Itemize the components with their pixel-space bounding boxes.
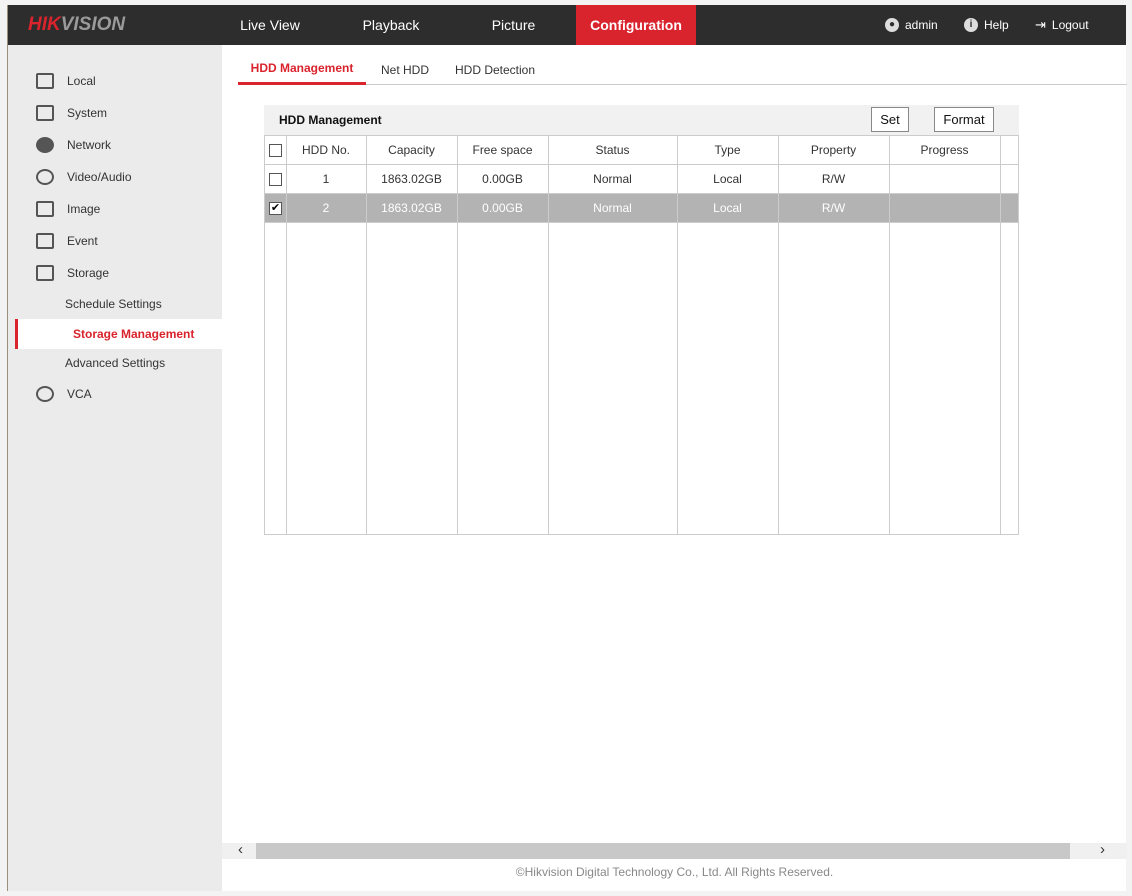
sidebar-item-label: Event	[67, 234, 98, 248]
property: R/W	[821, 201, 846, 215]
calendar-icon	[36, 233, 54, 249]
panel-header: HDD Management Set Format	[264, 105, 1019, 135]
microphone-icon	[36, 169, 54, 185]
sidebar-item-event[interactable]: Event	[8, 226, 222, 256]
column-header: Type	[714, 143, 741, 157]
sidebar-item-label: Network	[67, 138, 112, 152]
column-header: Progress	[920, 143, 969, 157]
column-divider	[457, 136, 458, 534]
scrollbar-thumb[interactable]	[256, 843, 1070, 859]
tab-bar: HDD Management Net HDD HDD Detection	[238, 55, 1127, 85]
sidebar-item-label: System	[67, 106, 108, 120]
logout-link[interactable]: ⇥ Logout	[1035, 5, 1089, 45]
status: Normal	[593, 172, 632, 186]
nav-picture[interactable]: Picture	[456, 5, 571, 45]
column-header: Free space	[472, 143, 533, 157]
help-label: Help	[984, 18, 1009, 32]
sidebar-item-label: Image	[67, 202, 101, 216]
sidebar-item-storage[interactable]: Storage	[8, 258, 222, 288]
panel-title: HDD Management	[279, 113, 382, 127]
sidebar-item-video-audio[interactable]: Video/Audio	[8, 162, 222, 192]
scroll-left-icon[interactable]: ‹	[238, 841, 243, 858]
nav-configuration[interactable]: Configuration	[576, 5, 696, 45]
capacity: 1863.02GB	[381, 172, 442, 186]
image-icon	[36, 201, 54, 217]
sidebar-item-vca[interactable]: VCA	[8, 379, 222, 409]
sidebar-item-image[interactable]: Image	[8, 194, 222, 224]
sidebar-item-local[interactable]: Local	[8, 66, 222, 96]
row-checkbox[interactable]	[269, 173, 282, 186]
capacity: 1863.02GB	[381, 201, 442, 215]
table-row[interactable]: 1 1863.02GB 0.00GB Normal Local R/W	[265, 165, 1018, 194]
footer-copyright: ©Hikvision Digital Technology Co., Ltd. …	[515, 865, 834, 879]
username: admin	[905, 18, 938, 32]
window-icon	[36, 105, 54, 121]
tab-hdd-detection[interactable]: HDD Detection	[455, 55, 535, 85]
free-space: 0.00GB	[482, 172, 523, 186]
app-window: HIKVISION Live View Playback Picture Con…	[7, 5, 1127, 891]
column-divider	[889, 136, 890, 534]
sidebar-item-storage-management[interactable]: Storage Management	[15, 319, 222, 349]
column-divider	[548, 136, 549, 534]
nav-live-view[interactable]: Live View	[222, 5, 318, 45]
column-divider	[1000, 136, 1001, 534]
hikvision-logo: HIKVISION	[28, 14, 126, 35]
horizontal-scrollbar[interactable]: ‹ ›	[222, 841, 1127, 859]
table-header-row: HDD No. Capacity Free space Status Type …	[265, 136, 1018, 165]
sidebar-item-label: VCA	[67, 387, 92, 401]
hdd-table: HDD No. Capacity Free space Status Type …	[264, 135, 1019, 535]
vca-icon	[36, 386, 54, 402]
hdd-no: 2	[322, 201, 330, 215]
info-icon: i	[964, 18, 978, 32]
type: Local	[713, 201, 742, 215]
user-menu[interactable]: ● admin	[885, 5, 938, 45]
column-divider	[286, 136, 287, 534]
sidebar: Local System Network Video/Audio Image E…	[8, 45, 222, 891]
user-icon: ●	[885, 18, 899, 32]
column-header: Status	[595, 143, 630, 157]
select-all-checkbox[interactable]	[269, 144, 282, 157]
column-divider	[677, 136, 678, 534]
sidebar-item-schedule-settings[interactable]: Schedule Settings	[8, 289, 222, 319]
format-button[interactable]: Format	[934, 107, 994, 132]
globe-icon	[36, 137, 54, 153]
top-bar: HIKVISION Live View Playback Picture Con…	[8, 5, 1126, 45]
sidebar-item-advanced-settings[interactable]: Advanced Settings	[8, 348, 222, 378]
type: Local	[713, 172, 742, 186]
column-divider	[778, 136, 779, 534]
row-checkbox-checked[interactable]: ✔	[269, 202, 282, 215]
free-space: 0.00GB	[482, 201, 523, 215]
scroll-right-icon[interactable]: ›	[1100, 841, 1105, 858]
help-link[interactable]: i Help	[964, 5, 1009, 45]
column-divider	[366, 136, 367, 534]
floppy-icon	[36, 265, 54, 281]
hdd-no: 1	[322, 172, 330, 186]
tab-net-hdd[interactable]: Net HDD	[381, 55, 429, 85]
sidebar-item-system[interactable]: System	[8, 98, 222, 128]
table-row-selected[interactable]: ✔ 2 1863.02GB 0.00GB Normal Local R/W	[265, 194, 1018, 223]
column-header: Capacity	[388, 143, 435, 157]
tab-hdd-management[interactable]: HDD Management	[238, 55, 366, 85]
column-header: HDD No.	[301, 143, 350, 157]
set-button[interactable]: Set	[871, 107, 909, 132]
column-header: Property	[810, 143, 857, 157]
nav-playback[interactable]: Playback	[336, 5, 446, 45]
sidebar-item-network[interactable]: Network	[8, 130, 222, 160]
logout-icon: ⇥	[1035, 17, 1046, 32]
status: Normal	[593, 201, 632, 215]
logout-label: Logout	[1051, 18, 1089, 32]
monitor-icon	[36, 73, 54, 89]
property: R/W	[821, 172, 846, 186]
sidebar-item-label: Video/Audio	[67, 170, 132, 184]
sidebar-item-label: Storage	[67, 266, 110, 280]
sidebar-item-label: Local	[67, 74, 96, 88]
